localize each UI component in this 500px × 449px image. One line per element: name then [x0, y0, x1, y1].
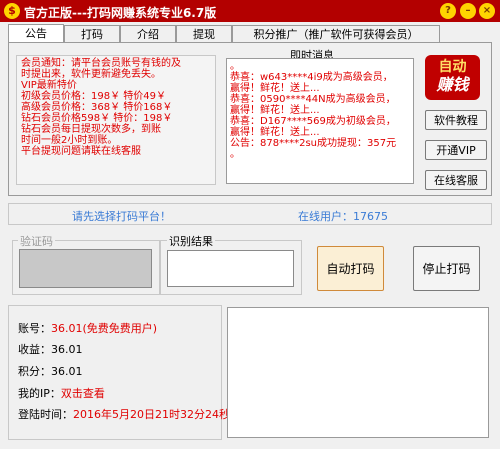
account-label: 账号：	[18, 322, 51, 335]
live-message-line: 恭喜：0590****44N成为高级会员，	[230, 94, 396, 105]
live-message-line: 恭喜：w643****4i9成为高级会员，	[230, 72, 393, 83]
logo-text-top: 自动	[438, 59, 467, 75]
income-label: 收益：	[18, 343, 51, 356]
captcha-image	[19, 249, 152, 288]
ip-value[interactable]: 双击查看	[61, 387, 105, 400]
tab-intro[interactable]: 介绍	[120, 25, 176, 42]
live-message-line: 。	[230, 149, 240, 160]
gold-coin-icon: $	[4, 3, 20, 19]
notice-line: 会员通知：请平台会员账号有钱的及	[21, 58, 181, 69]
login-time-value: 2016年5月20日21时32分24秒	[73, 408, 230, 421]
brand-logo: 自动 赚钱	[425, 55, 480, 100]
stop-captcha-button[interactable]: 停止打码	[413, 246, 480, 291]
result-input[interactable]	[167, 250, 294, 287]
tutorial-button[interactable]: 软件教程	[425, 110, 487, 130]
notice-line: 高级会员价格：368￥ 特价168￥	[21, 102, 173, 113]
minimize-icon[interactable]: –	[460, 3, 476, 19]
notice-line: 时间一般2小时到账。	[21, 135, 118, 146]
account-value: 36.01(免费免费用户)	[51, 322, 158, 335]
logo-text-bottom: 赚钱	[436, 75, 469, 94]
auto-captcha-button[interactable]: 自动打码	[317, 246, 384, 291]
close-icon[interactable]: ×	[479, 3, 495, 19]
tab-withdraw[interactable]: 提现	[176, 25, 232, 42]
tab-promotion[interactable]: 积分推广（推广软件可获得会员）	[232, 25, 440, 42]
live-message-line: 赢得！鲜花！送上...	[230, 105, 320, 116]
notice-line: VIP最新特价	[21, 80, 77, 91]
live-messages-box[interactable]: 。 恭喜：w643****4i9成为高级会员， 赢得！鲜花！送上... 恭喜：0…	[226, 58, 414, 184]
account-row: 账号：36.01(免费免费用户)	[18, 320, 157, 336]
income-value: 36.01	[51, 343, 83, 356]
captcha-label: 验证码	[18, 233, 55, 249]
online-service-button[interactable]: 在线客服	[425, 170, 487, 190]
live-message-line: 。	[230, 61, 240, 72]
notice-line: 钻石会员价格598￥ 特价：198￥	[21, 113, 173, 124]
notice-line: 初级会员价格：198￥ 特价49￥	[21, 91, 166, 102]
live-message-line: 赢得！鲜花！送上...	[230, 83, 320, 94]
ip-row: 我的IP：双击查看	[18, 385, 105, 401]
tab-notice[interactable]: 公告	[8, 24, 64, 43]
live-message-line: 恭喜：D167****569成为初级会员，	[230, 116, 396, 127]
tab-captcha[interactable]: 打码	[64, 25, 120, 42]
window-title: 官方正版---打码网赚系统专业6.7版	[24, 6, 217, 20]
notice-line: 时提出来，软件更新避免丢失。	[21, 69, 161, 80]
ip-label: 我的IP：	[18, 387, 61, 400]
notice-line: 钻石会员每日提现次数多，到账	[21, 124, 161, 135]
login-time-label: 登陆时间：	[18, 408, 73, 421]
notice-line: 平台提现问题请联在线客服	[21, 146, 141, 157]
live-message-line: 公告：878****2su成功提现：357元	[230, 138, 397, 149]
result-label: 识别结果	[167, 233, 215, 249]
live-message-line: 赢得！鲜花！送上...	[230, 127, 320, 138]
help-icon[interactable]: ?	[440, 3, 456, 19]
login-time-row: 登陆时间：2016年5月20日21时32分24秒	[18, 406, 230, 422]
title-bar[interactable]: $ 官方正版---打码网赚系统专业6.7版 ? – ×	[0, 0, 500, 22]
online-users: 在线用户：17675	[298, 210, 388, 223]
income-row: 收益：36.01	[18, 341, 83, 357]
app-window: $ 官方正版---打码网赚系统专业6.7版 ? – × 公告 打码 介绍 提现 …	[0, 0, 500, 449]
points-value: 36.01	[51, 365, 83, 378]
log-box[interactable]	[227, 307, 489, 438]
points-row: 积分：36.01	[18, 363, 83, 379]
points-label: 积分：	[18, 365, 51, 378]
open-vip-button[interactable]: 开通VIP	[425, 140, 487, 160]
status-message: 请先选择打码平台！	[72, 210, 171, 223]
notice-box: 会员通知：请平台会员账号有钱的及 时提出来，软件更新避免丢失。 VIP最新特价 …	[16, 55, 216, 185]
